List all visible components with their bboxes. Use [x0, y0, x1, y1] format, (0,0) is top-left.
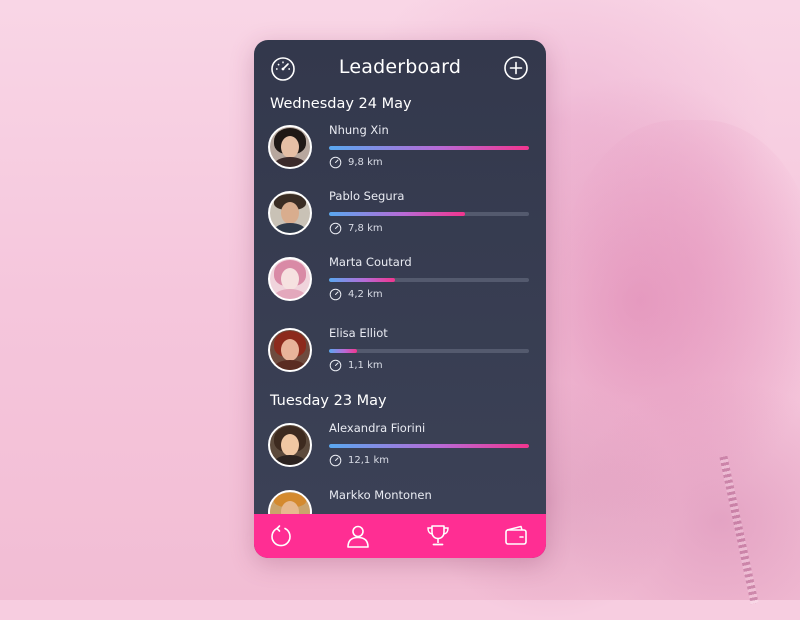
progress-bar [329, 146, 529, 150]
progress-track [329, 146, 529, 150]
speedometer-icon [329, 359, 342, 372]
speedometer-icon [329, 454, 342, 467]
runner-name: Marta Coutard [329, 255, 412, 269]
distance-value: 4,2 km [348, 289, 383, 300]
list-item[interactable]: Elisa Elliot 1,1 km [254, 326, 546, 388]
avatar [268, 423, 312, 467]
distance-value: 7,8 km [348, 223, 383, 234]
trophy-icon[interactable] [425, 523, 451, 549]
list-item[interactable]: Alexandra Fiorini 12,1 km [254, 421, 546, 483]
speedometer-icon [329, 288, 342, 301]
progress-track [329, 444, 529, 448]
tab-bar [254, 514, 546, 558]
avatar [268, 328, 312, 372]
runner-name: Pablo Segura [329, 189, 405, 203]
runner-name: Markko Montonen [329, 488, 432, 502]
distance-value: 12,1 km [348, 455, 389, 466]
progress-bar [329, 212, 465, 216]
list-item[interactable]: Markko Montonen [254, 488, 546, 514]
progress-track [329, 278, 529, 282]
progress-bar [329, 444, 529, 448]
refresh-icon[interactable] [268, 523, 294, 549]
list-item[interactable]: Marta Coutard 4,2 km [254, 255, 546, 317]
leaderboard-list[interactable]: Wednesday 24 May Nhung Xin 9,8 km Pablo … [254, 96, 546, 514]
app-header: Leaderboard [254, 40, 546, 96]
day-heading: Tuesday 23 May [270, 393, 387, 409]
avatar [268, 125, 312, 169]
distance-value: 9,8 km [348, 157, 383, 168]
add-circle-icon[interactable] [503, 55, 529, 81]
background-zipper [719, 455, 759, 605]
avatar [268, 191, 312, 235]
runner-name: Nhung Xin [329, 123, 389, 137]
avatar [268, 257, 312, 301]
runner-name: Alexandra Fiorini [329, 421, 426, 435]
progress-bar [329, 278, 395, 282]
profile-icon[interactable] [345, 523, 371, 549]
speedometer-icon [329, 222, 342, 235]
list-item[interactable]: Nhung Xin 9,8 km [254, 123, 546, 185]
progress-track [329, 349, 529, 353]
avatar [268, 490, 312, 514]
distance-value: 1,1 km [348, 360, 383, 371]
day-heading: Wednesday 24 May [270, 96, 412, 112]
runner-name: Elisa Elliot [329, 326, 388, 340]
wallet-icon[interactable] [503, 523, 529, 549]
progress-bar [329, 349, 357, 353]
app-card: Leaderboard Wednesday 24 May Nhung Xin 9… [254, 40, 546, 558]
list-item[interactable]: Pablo Segura 7,8 km [254, 189, 546, 251]
speedometer-icon [329, 156, 342, 169]
progress-track [329, 212, 529, 216]
